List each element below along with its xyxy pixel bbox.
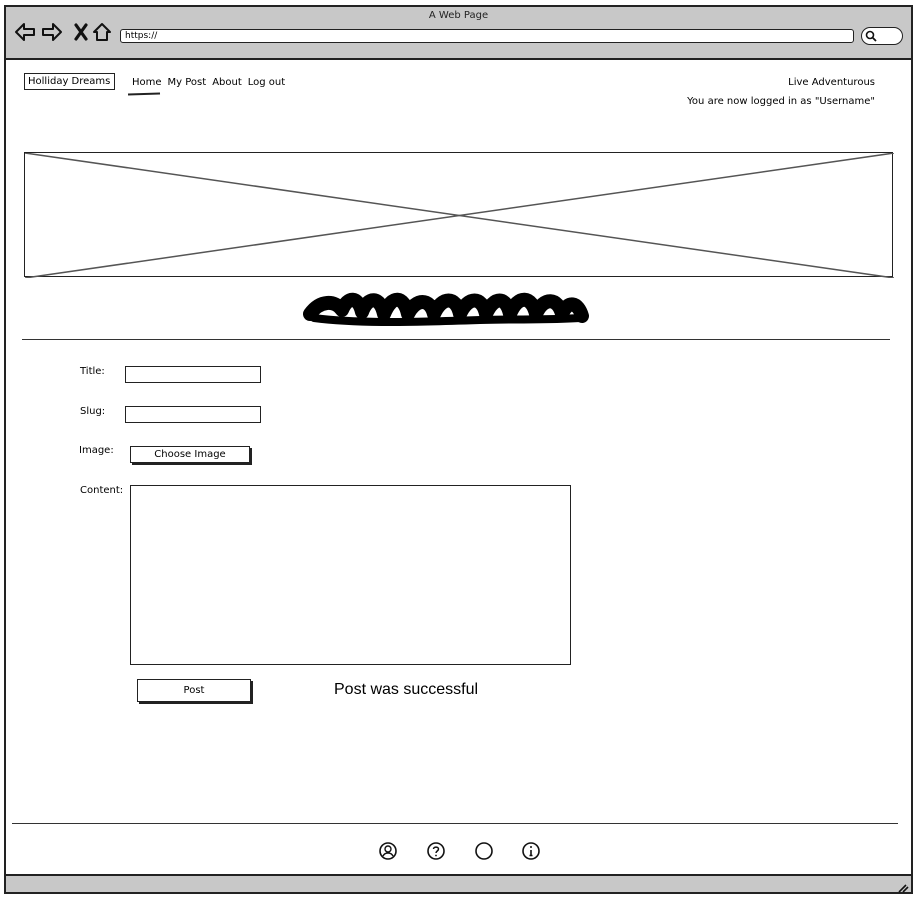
brand-logo[interactable]: Holliday Dreams [24,73,115,90]
page-content: Holliday Dreams Home My Post About Log o… [6,60,911,876]
success-message: Post was successful [334,681,479,698]
home-icon[interactable] [91,21,113,43]
slug-input[interactable] [125,406,261,423]
main-nav: Home My Post About Log out [132,77,285,88]
nav-log-out[interactable]: Log out [248,77,285,88]
nav-home[interactable]: Home [132,77,162,88]
close-icon[interactable] [70,21,92,43]
hero-image-placeholder [24,152,894,278]
search-field[interactable] [861,27,903,45]
footer-divider [12,823,898,824]
slug-label: Slug: [80,406,106,417]
window-title: A Web Page [428,10,489,21]
login-status: You are now logged in as "Username" [687,96,875,107]
browser-toolbar: A Web Page https:// [6,7,911,60]
user-icon[interactable] [378,841,398,861]
browser-window: A Web Page https:// Holliday Dreams Home… [4,5,913,894]
tagline: Live Adventurous [788,77,875,88]
nav-my-post[interactable]: My Post [168,77,207,88]
url-bar[interactable]: https:// [120,29,854,43]
content-textarea[interactable] [130,485,571,665]
post-button[interactable]: Post [137,679,251,702]
active-nav-underline [127,92,161,96]
choose-image-button[interactable]: Choose Image [130,446,250,463]
title-input[interactable] [125,366,261,383]
forward-icon[interactable] [41,21,63,43]
circle-icon[interactable] [474,841,494,861]
title-label: Title: [80,366,105,377]
help-icon[interactable] [426,841,446,861]
status-bar [6,874,911,893]
page-heading-scribble [300,288,590,330]
info-icon[interactable] [521,841,541,861]
back-icon[interactable] [14,21,36,43]
content-label: Content: [80,485,124,496]
image-label: Image: [79,445,114,456]
resize-grip-icon[interactable] [897,878,909,897]
section-divider [22,339,890,340]
nav-about[interactable]: About [212,77,242,88]
